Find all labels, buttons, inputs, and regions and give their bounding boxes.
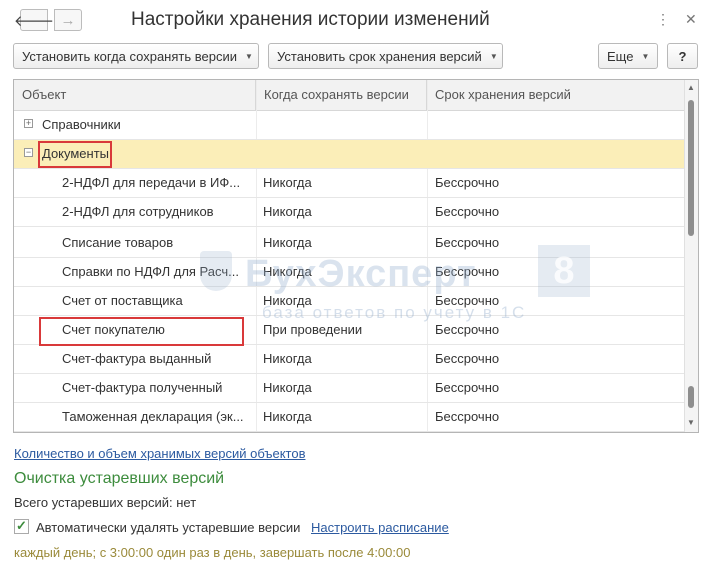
auto-delete-label[interactable]: Автоматически удалять устаревшие версии (36, 520, 300, 535)
when-cell: Никогда (263, 204, 312, 219)
arrow-right-icon: → (60, 11, 76, 29)
when-cell: Никогда (263, 264, 312, 279)
object-cell: Счет-фактура полученный (62, 380, 223, 395)
cleanup-section-title: Очистка устаревших версий (14, 470, 225, 487)
dropdown-caret-icon: ▼ (489, 51, 498, 61)
auto-delete-checkbox[interactable]: ✓ (14, 519, 29, 534)
more-label: Еще (607, 48, 634, 64)
scroll-down-icon[interactable]: ▼ (687, 418, 695, 427)
retention-cell: Бессрочно (435, 235, 500, 250)
object-cell: Справки по НДФЛ для Расч... (62, 264, 239, 279)
when-cell: Никогда (263, 293, 312, 308)
when-cell: Никогда (263, 351, 312, 366)
settings-table: Объект Когда сохранять версии Срок хране… (13, 79, 699, 433)
table-header: Объект Когда сохранять версии Срок хране… (14, 80, 684, 111)
collapse-icon[interactable]: − (24, 148, 33, 157)
checkmark-icon: ✓ (16, 518, 27, 533)
object-cell: Списание товаров (62, 235, 174, 250)
schedule-text: каждый день; с 3:00:00 один раз в день, … (14, 545, 411, 560)
retention-cell: Бессрочно (435, 409, 500, 424)
when-cell: Никогда (263, 409, 312, 424)
retention-cell: Бессрочно (435, 351, 500, 366)
scroll-up-icon[interactable]: ▲ (687, 83, 695, 92)
more-button[interactable]: Еще ▼ (598, 43, 658, 69)
toolbar: Установить когда сохранять версии ▼ Уста… (0, 43, 718, 71)
object-cell: 2-НДФЛ для сотрудников (62, 204, 214, 219)
dropdown-caret-icon: ▼ (244, 51, 253, 61)
help-button[interactable]: ? (667, 43, 698, 69)
table-row[interactable]: 2-НДФЛ для передачи в ИФ... Никогда Бесс… (14, 169, 684, 198)
title-bar: 🡐 → Настройки хранения истории изменений… (0, 0, 718, 40)
scrollbar-thumb[interactable] (688, 100, 694, 236)
object-cell: 2-НДФЛ для передачи в ИФ... (62, 175, 241, 190)
set-when-save-label: Установить когда сохранять версии (22, 48, 237, 64)
table-row[interactable]: 2-НДФЛ для сотрудников Никогда Бессрочно (14, 198, 684, 227)
schedule-link[interactable]: Настроить расписание (311, 520, 449, 535)
retention-cell: Бессрочно (435, 293, 500, 308)
back-button[interactable]: 🡐 (14, 9, 54, 31)
object-cell: Счет от поставщика (62, 293, 183, 308)
expand-icon[interactable]: + (24, 119, 33, 128)
retention-cell: Бессрочно (435, 175, 500, 190)
arrow-left-icon: 🡐 (13, 12, 55, 30)
object-cell: Счет-фактура выданный (62, 351, 212, 366)
table-row[interactable]: Счет-фактура полученный Никогда Бессрочн… (14, 374, 684, 403)
table-row[interactable]: Таможенная декларация (эк... Никогда Бес… (14, 403, 684, 432)
more-menu-icon[interactable]: ⋮ (656, 11, 670, 28)
object-cell: Таможенная декларация (эк... (62, 409, 244, 424)
set-when-save-button[interactable]: Установить когда сохранять версии ▼ (13, 43, 259, 69)
set-retention-label: Установить срок хранения версий (277, 48, 482, 64)
retention-cell: Бессрочно (435, 204, 500, 219)
table-row[interactable]: Счет от поставщика Никогда Бессрочно (14, 287, 684, 316)
retention-cell: Бессрочно (435, 380, 500, 395)
forward-button[interactable]: → (54, 9, 82, 31)
retention-cell: Бессрочно (435, 264, 500, 279)
table-row[interactable]: Справки по НДФЛ для Расч... Никогда Бесс… (14, 258, 684, 287)
dropdown-caret-icon: ▼ (641, 51, 650, 61)
highlight-box-documents (38, 141, 112, 168)
obsolete-count-text: Всего устаревших версий: нет (14, 495, 197, 510)
column-header-object[interactable]: Объект (14, 80, 256, 110)
group-row-documents[interactable]: − Документы (14, 140, 684, 169)
vertical-scrollbar[interactable]: ▲ ▼ (684, 80, 698, 432)
when-cell: Никогда (263, 175, 312, 190)
group-label: Справочники (42, 117, 121, 132)
column-header-when[interactable]: Когда сохранять версии (256, 80, 427, 110)
table-row[interactable]: Счет-фактура выданный Никогда Бессрочно (14, 345, 684, 374)
close-icon[interactable]: ✕ (685, 11, 697, 28)
retention-cell: Бессрочно (435, 322, 500, 337)
scrollbar-thumb[interactable] (688, 386, 694, 408)
when-cell: При проведении (263, 322, 363, 337)
set-retention-button[interactable]: Установить срок хранения версий ▼ (268, 43, 503, 69)
column-header-retention[interactable]: Срок хранения версий (427, 80, 684, 110)
table-row[interactable]: Списание товаров Никогда Бессрочно (14, 229, 684, 258)
when-cell: Никогда (263, 235, 312, 250)
highlight-box-invoice (39, 317, 244, 346)
when-cell: Никогда (263, 380, 312, 395)
window-title: Настройки хранения истории изменений (131, 9, 490, 30)
versions-volume-link[interactable]: Количество и объем хранимых версий объек… (14, 446, 305, 461)
group-row-catalogs[interactable]: + Справочники (14, 111, 684, 140)
